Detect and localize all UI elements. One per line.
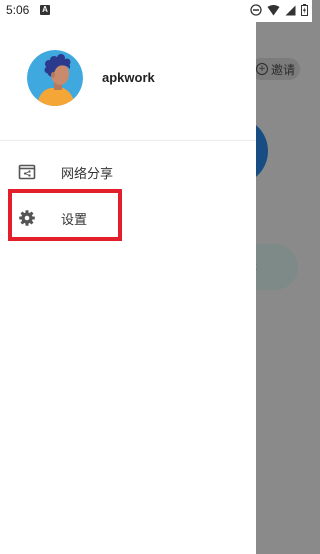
avatar-illustration xyxy=(27,50,83,106)
avatar[interactable] xyxy=(27,50,83,106)
invite-button[interactable]: + 邀请 xyxy=(250,58,300,80)
status-bar: 5:06 A xyxy=(0,0,312,22)
add-circle-icon: + xyxy=(256,63,268,75)
signal-icon xyxy=(285,5,296,15)
username[interactable]: apkwork xyxy=(102,70,155,85)
do-not-disturb-icon xyxy=(250,4,262,16)
menu-item-network-share[interactable]: 网络分享 xyxy=(0,150,256,194)
status-time: 5:06 xyxy=(6,3,30,17)
navigation-drawer: apkwork 网络分享 设置 xyxy=(0,22,256,554)
battery-icon xyxy=(301,4,308,16)
notification-icon: A xyxy=(40,5,50,15)
invite-label: 邀请 xyxy=(271,62,296,77)
status-icons xyxy=(250,4,308,16)
highlight-annotation-box xyxy=(8,189,122,241)
menu-item-label: 网络分享 xyxy=(61,167,114,182)
share-screen-icon xyxy=(18,163,36,181)
wifi-icon xyxy=(267,4,280,15)
drawer-header: apkwork xyxy=(0,22,256,141)
